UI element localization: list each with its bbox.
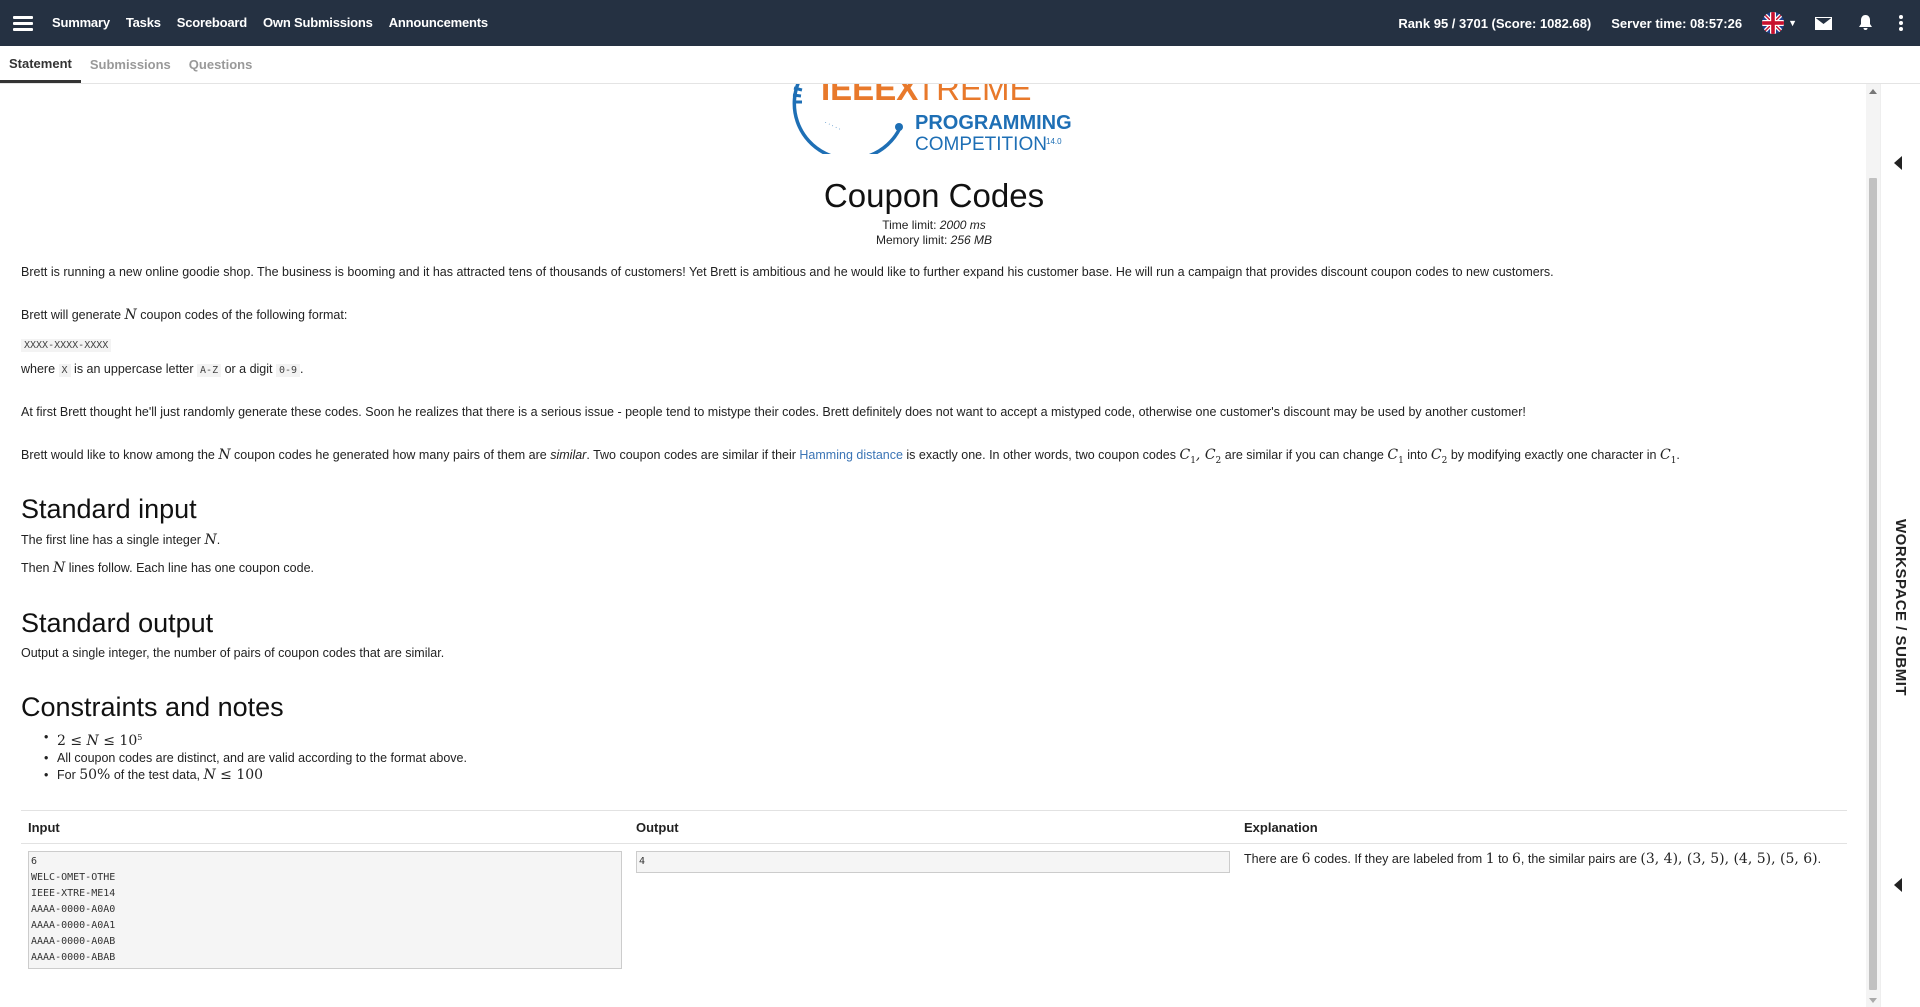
example-explanation: There are 6 codes. If they are labeled f… — [1244, 851, 1822, 867]
rank-score: Rank 95 / 3701 (Score: 1082.68) — [1398, 15, 1592, 31]
examples-table: Input Output Explanation 6 WELC-OMET-OTH… — [21, 810, 1847, 969]
bell-icon[interactable] — [1858, 15, 1873, 31]
nav-announcements[interactable]: Announcements — [389, 15, 488, 30]
input-line-1: The first line has a single integer N. — [21, 532, 221, 548]
svg-text:PROGRAMMING: PROGRAMMING — [915, 112, 1072, 134]
server-time: Server time: 08:57:26 — [1611, 15, 1743, 31]
nav-tasks[interactable]: Tasks — [126, 15, 161, 30]
constraints-list: 2 ≤ N ≤ 105 All coupon codes are distinc… — [44, 729, 467, 784]
scroll-down-arrow[interactable] — [1869, 998, 1877, 1003]
where-paragraph: where X is an uppercase letter A-Z or a … — [21, 362, 304, 377]
input-header: Input — [28, 819, 60, 835]
tab-statement[interactable]: Statement — [0, 46, 81, 83]
ieeextreme-logo: · · · · · IEEEX TREME PROGRAMMING COMPET… — [792, 84, 1072, 154]
problem-title: Coupon Codes — [823, 177, 1045, 214]
intro-paragraph: Brett is running a new online goodie sho… — [21, 265, 1554, 279]
workspace-submit-label[interactable]: WORKSPACE / SUBMIT — [1892, 519, 1909, 696]
output-header: Output — [636, 819, 679, 835]
top-navbar: Summary Tasks Scoreboard Own Submissions Ann… — [0, 0, 1920, 46]
statement-content: · · · · · IEEEX TREME PROGRAMMING COMPET… — [0, 84, 1868, 1007]
standard-output-heading: Standard output — [21, 608, 214, 638]
svg-text:IEEEX: IEEEX — [821, 84, 918, 107]
svg-text:· · · · ·: · · · · · — [823, 119, 842, 133]
workspace-side-panel[interactable]: WORKSPACE / SUBMIT — [1880, 84, 1920, 1007]
output-text: Output a single integer, the number of p… — [21, 646, 445, 660]
input-line-2: Then N lines follow. Each line has one c… — [21, 560, 314, 576]
expand-left-icon[interactable] — [1894, 878, 1902, 892]
problem-tabs: Statement Submissions Questions — [0, 46, 1920, 84]
uk-flag-icon[interactable] — [1762, 12, 1785, 34]
nav-own-submissions[interactable]: Own Submissions — [263, 15, 373, 30]
time-limit: 2000 ms — [939, 218, 986, 232]
svg-text:TREME: TREME — [916, 84, 1032, 107]
constraints-heading: Constraints and notes — [21, 692, 284, 722]
topbar-right: Rank 95 / 3701 (Score: 1082.68) Server t… — [1398, 0, 1920, 46]
problem-limits: Time limit: 2000 ms Memory limit: 256 MB — [875, 218, 993, 247]
explanation-header: Explanation — [1244, 819, 1318, 835]
main-nav: Summary Tasks Scoreboard Own Submissions Ann… — [52, 14, 504, 32]
collapse-left-icon[interactable] — [1894, 156, 1902, 170]
nav-summary[interactable]: Summary — [52, 15, 110, 30]
content-scrollbar[interactable] — [1866, 84, 1880, 1007]
more-vertical-icon[interactable] — [1899, 15, 1903, 31]
similar-paragraph: Brett would like to know among the N cou… — [21, 447, 1680, 466]
memory-limit: 256 MB — [950, 233, 993, 247]
examples-header: Input Output Explanation — [21, 810, 1847, 844]
menu-icon[interactable] — [13, 16, 33, 31]
nav-scoreboard[interactable]: Scoreboard — [177, 15, 247, 30]
scroll-thumb[interactable] — [1869, 178, 1877, 990]
generate-paragraph: Brett will generate N coupon codes of th… — [21, 307, 348, 323]
constraint-item: 2 ≤ N ≤ 105 — [44, 729, 467, 750]
tab-submissions[interactable]: Submissions — [81, 46, 180, 83]
example-input[interactable]: 6 WELC-OMET-OTHE IEEE-XTRE-ME14 AAAA-000… — [28, 851, 622, 969]
example-row: 6 WELC-OMET-OTHE IEEE-XTRE-ME14 AAAA-000… — [21, 844, 1847, 969]
example-output[interactable]: 4 — [636, 851, 1230, 873]
hamming-distance-link[interactable]: Hamming distance — [799, 448, 903, 462]
constraint-item: For 50% of the test data, N ≤ 100 — [44, 767, 467, 784]
scroll-up-arrow[interactable] — [1869, 89, 1877, 94]
standard-input-heading: Standard input — [21, 494, 197, 524]
mail-icon[interactable] — [1815, 16, 1832, 30]
tab-questions[interactable]: Questions — [180, 46, 262, 83]
svg-text:14.0: 14.0 — [1046, 137, 1062, 146]
svg-text:COMPETITION: COMPETITION — [915, 134, 1047, 154]
issue-paragraph: At first Brett thought he'll just random… — [21, 405, 1526, 419]
format-code: XXXX-XXXX-XXXX — [21, 337, 112, 352]
constraint-item: All coupon codes are distinct, and are v… — [44, 750, 467, 767]
chevron-down-icon[interactable]: ▼ — [1788, 18, 1797, 28]
